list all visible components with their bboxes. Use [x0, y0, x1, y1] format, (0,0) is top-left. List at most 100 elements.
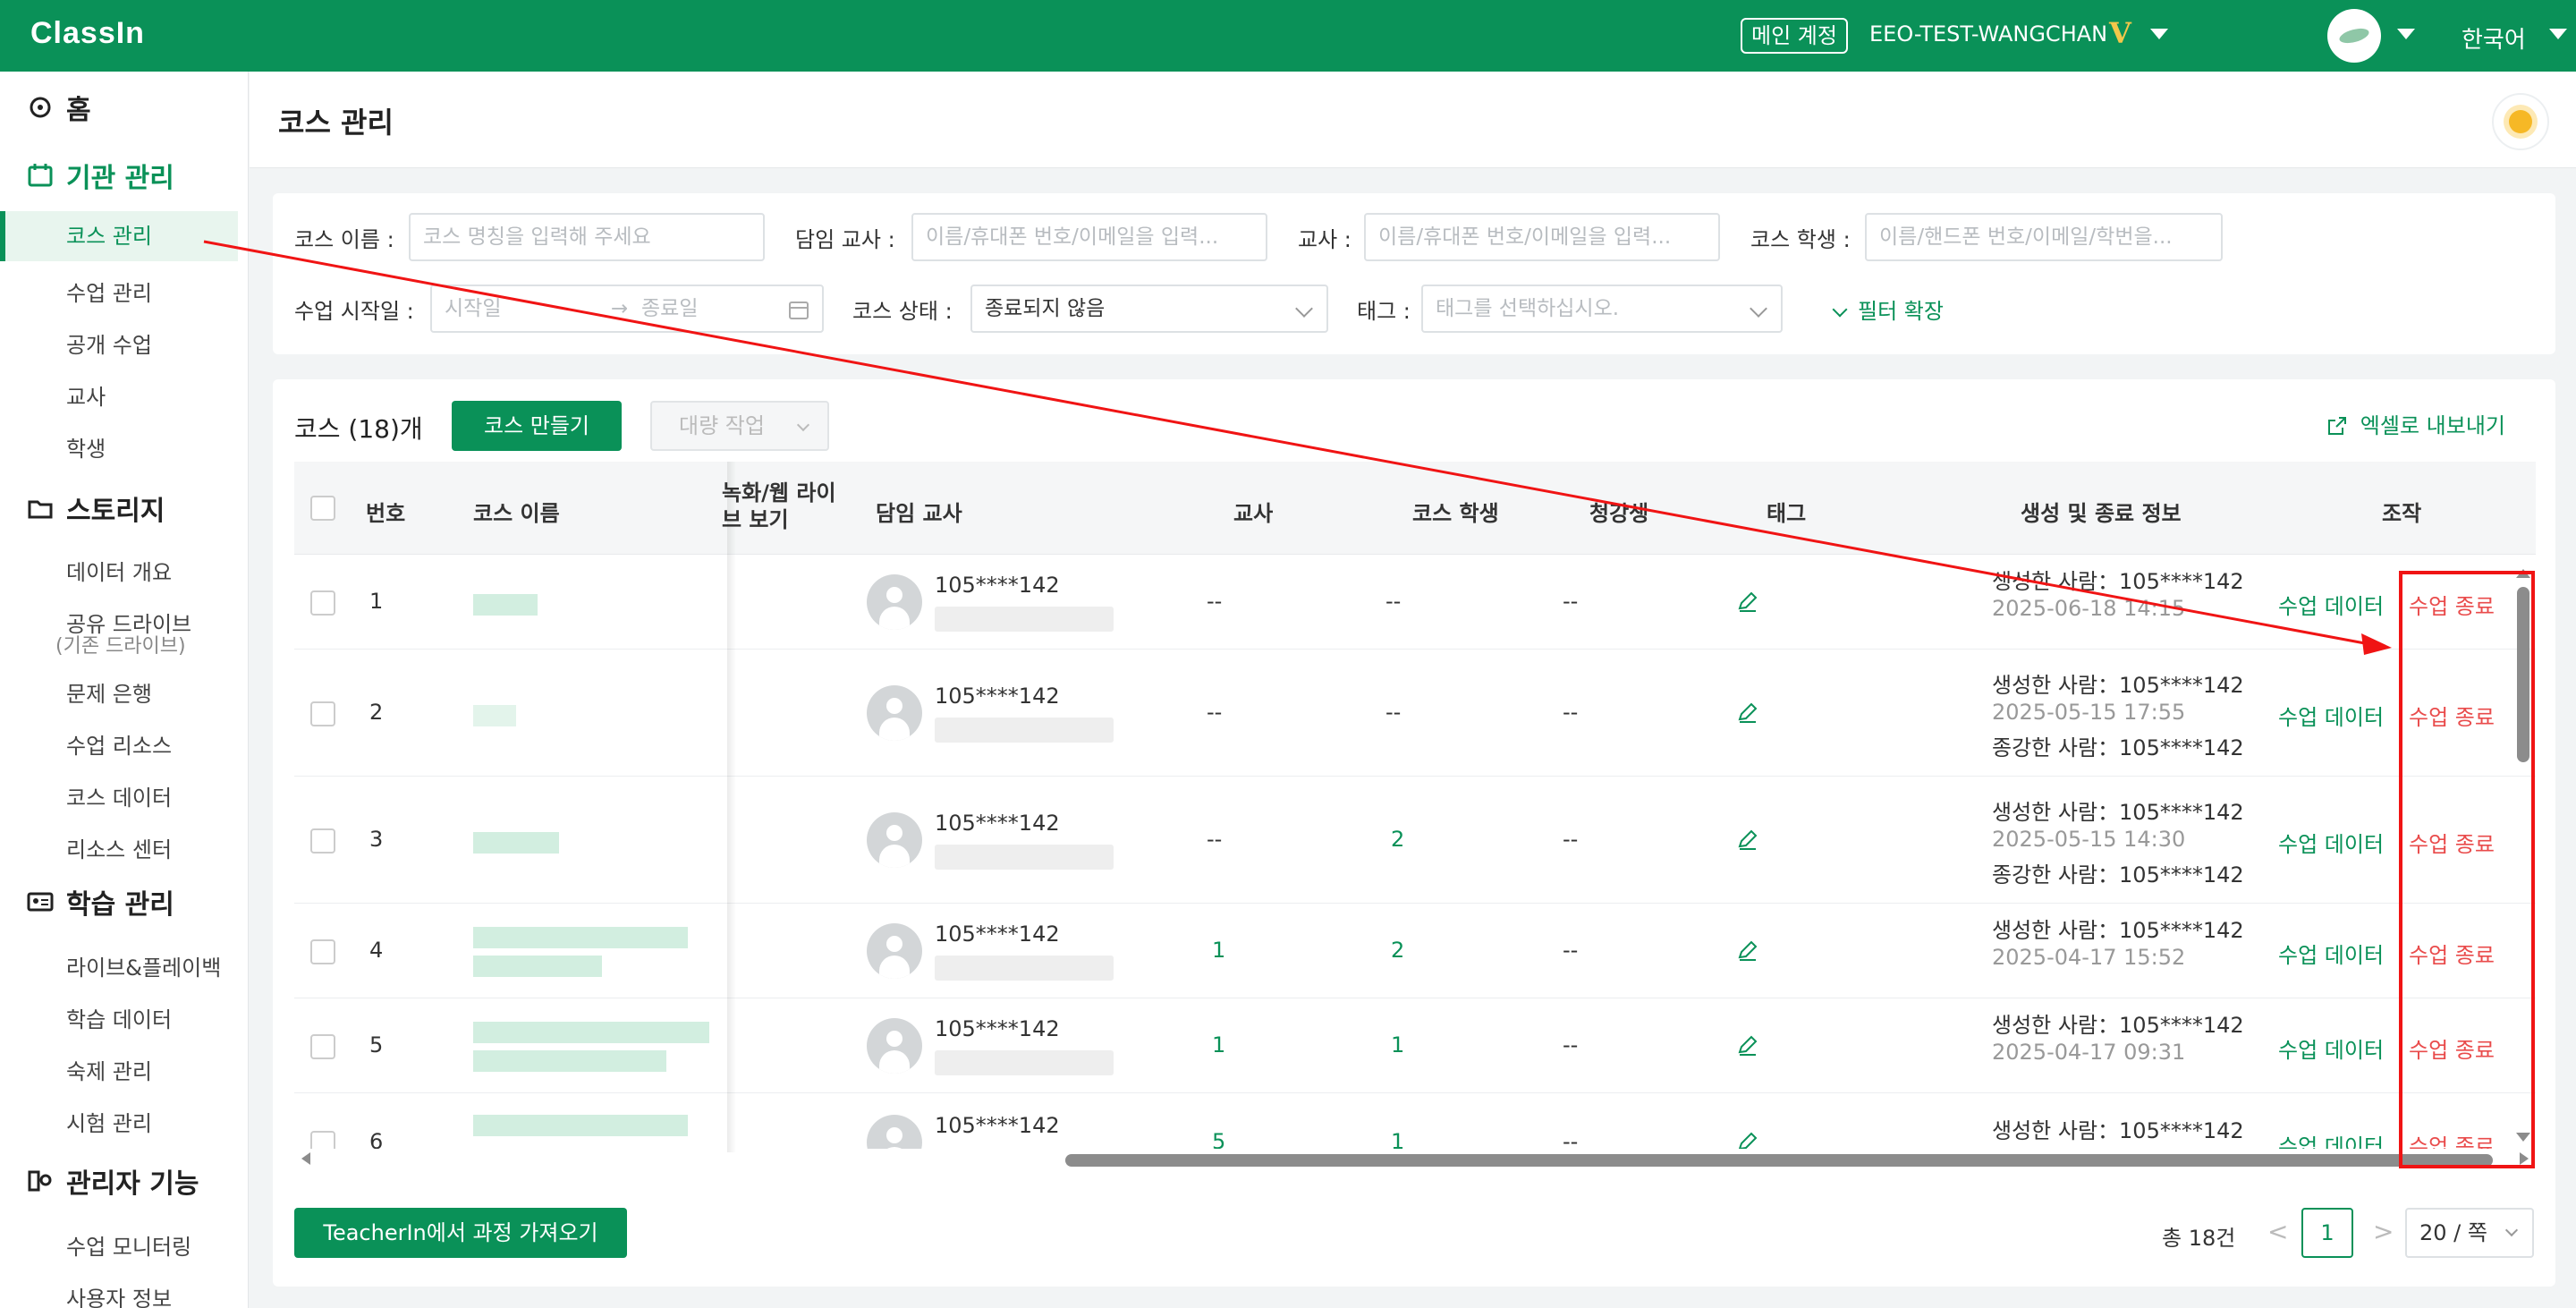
class-data-link[interactable]: 수업 데이터	[2278, 589, 2384, 620]
created-by: 생성한 사람：105****142	[1992, 673, 2244, 698]
sidebar-item-homework[interactable]: 숙제 관리	[66, 1054, 152, 1085]
sidebar-section-org[interactable]: 기관 관리	[25, 156, 174, 195]
end-date-input[interactable]: 종료일	[641, 286, 698, 331]
row-checkbox[interactable]	[310, 1034, 335, 1059]
language-selector[interactable]: 한국어	[2462, 21, 2526, 55]
account-chevron-down-icon[interactable]	[2150, 29, 2168, 39]
row-checkbox[interactable]	[310, 939, 335, 964]
tag-select[interactable]: 태그를 선택하십시오.	[1421, 285, 1783, 333]
sidebar-item-open-class[interactable]: 공개 수업	[66, 327, 152, 359]
classin-logo[interactable]: ClassIn	[30, 16, 145, 51]
sidebar-item-resource-center[interactable]: 리소스 센터	[66, 832, 172, 863]
account-name[interactable]: EEO-TEST-WANGCHAN	[1869, 21, 2107, 47]
course-status-select[interactable]: 종료되지 않음	[970, 285, 1328, 333]
course-name-redacted[interactable]	[473, 705, 516, 726]
row-number: 4	[369, 938, 384, 963]
class-data-link[interactable]: 수업 데이터	[2278, 827, 2384, 858]
export-excel-label: 엑셀로 내보내기	[2360, 413, 2505, 438]
row-checkbox[interactable]	[310, 1131, 335, 1149]
bulk-action-button[interactable]: 대량 작업	[650, 401, 829, 451]
sidebar-section-learning[interactable]: 학습 관리	[25, 882, 174, 922]
col-teacher: 교사	[1233, 501, 1274, 526]
expand-filter-button[interactable]: 필터 확장	[1832, 293, 1944, 325]
date-range-picker[interactable]: 시작일 → 종료일	[430, 285, 824, 333]
select-all-checkbox[interactable]	[310, 496, 335, 521]
course-name-redacted[interactable]	[473, 927, 688, 948]
avatar	[867, 812, 922, 868]
student-count[interactable]: 2	[1391, 938, 1404, 963]
sidebar-item-exams[interactable]: 시험 관리	[66, 1106, 152, 1137]
prev-page-button[interactable]: <	[2267, 1217, 2288, 1246]
sidebar-item-class-resources[interactable]: 수업 리소스	[66, 728, 172, 760]
edit-tag-icon[interactable]	[1736, 1131, 1759, 1149]
main-account-badge[interactable]: 메인 계정	[1741, 18, 1848, 54]
row-checkbox[interactable]	[310, 590, 335, 616]
row-checkbox[interactable]	[310, 828, 335, 854]
sidebar-section-storage-label: 스토리지	[66, 496, 165, 527]
sidebar-item-teachers[interactable]: 교사	[66, 379, 106, 411]
page-header: 코스 관리	[250, 72, 2576, 168]
lightbulb-icon[interactable]	[2492, 93, 2549, 150]
sidebar-item-live-playback[interactable]: 라이브&플레이백	[66, 950, 221, 981]
course-name-redacted[interactable]	[473, 1022, 709, 1043]
user-avatar[interactable]	[2327, 9, 2381, 63]
student-count[interactable]: 1	[1391, 1032, 1404, 1057]
edit-tag-icon[interactable]	[1736, 1034, 1759, 1057]
course-student-input[interactable]: 이름/핸드폰 번호/이메일/학번을...	[1865, 213, 2223, 261]
admin-icon	[25, 1166, 55, 1196]
edit-tag-icon[interactable]	[1736, 590, 1759, 614]
horizontal-scroll-thumb[interactable]	[1065, 1154, 2493, 1167]
course-name-redacted[interactable]	[473, 594, 538, 616]
avatar	[867, 1018, 922, 1074]
sidebar-item-user-info[interactable]: 사용자 정보	[66, 1281, 172, 1308]
course-name-input[interactable]: 코스 명칭을 입력해 주세요	[409, 213, 765, 261]
start-date-input[interactable]: 시작일	[445, 297, 501, 320]
created-at: 2025-05-15 17:55	[1992, 700, 2186, 725]
course-name-redacted[interactable]	[473, 1050, 666, 1072]
class-data-link[interactable]: 수업 데이터	[2278, 1129, 2384, 1149]
teacher-input[interactable]: 이름/휴대폰 번호/이메일을 입력...	[1364, 213, 1720, 261]
course-name-label: 코스 이름 :	[294, 227, 394, 252]
sidebar-item-course-data[interactable]: 코스 데이터	[66, 780, 172, 811]
sidebar-section-admin[interactable]: 관리자 기능	[25, 1161, 199, 1201]
scroll-left-arrow-icon[interactable]	[300, 1152, 312, 1165]
sidebar-item-students[interactable]: 학생	[66, 431, 106, 463]
class-data-link[interactable]: 수업 데이터	[2278, 1032, 2384, 1064]
sidebar-item-course-management[interactable]: 코스 관리	[0, 211, 238, 261]
sidebar-item-data-overview[interactable]: 데이터 개요	[66, 555, 172, 586]
course-status-label: 코스 상태 :	[852, 299, 953, 324]
col-course-name[interactable]: 코스 이름	[473, 496, 560, 527]
edit-tag-icon[interactable]	[1736, 939, 1759, 963]
course-name-redacted[interactable]	[473, 1115, 688, 1136]
class-data-link[interactable]: 수업 데이터	[2278, 700, 2384, 731]
teacher-count[interactable]: 1	[1212, 1032, 1225, 1057]
student-count[interactable]: 2	[1391, 827, 1404, 852]
sidebar-item-question-bank[interactable]: 문제 은행	[66, 676, 152, 708]
avatar	[867, 685, 922, 741]
class-data-link[interactable]: 수업 데이터	[2278, 938, 2384, 969]
course-name-redacted[interactable]	[473, 956, 602, 977]
language-chevron-down-icon[interactable]	[2549, 29, 2567, 39]
page-size-select[interactable]: 20 / 쪽	[2405, 1208, 2534, 1258]
row-checkbox[interactable]	[310, 701, 335, 726]
start-date-label: 수업 시작일 :	[294, 299, 414, 324]
sidebar-item-class-management[interactable]: 수업 관리	[66, 276, 152, 307]
teacher-count[interactable]: 5	[1212, 1129, 1225, 1149]
import-from-teacherin-button[interactable]: TeacherIn에서 과정 가져오기	[294, 1208, 627, 1258]
edit-tag-icon[interactable]	[1736, 701, 1759, 725]
edit-tag-icon[interactable]	[1736, 828, 1759, 852]
sidebar-home[interactable]: 홈	[25, 88, 91, 127]
create-course-button[interactable]: 코스 만들기	[452, 401, 622, 451]
sidebar-section-storage[interactable]: 스토리지	[25, 488, 165, 528]
sidebar-item-class-monitoring[interactable]: 수업 모니터링	[66, 1229, 191, 1261]
teacher-count[interactable]: 1	[1212, 938, 1225, 963]
student-count[interactable]: 1	[1391, 1129, 1404, 1149]
course-name-redacted[interactable]	[473, 832, 559, 854]
sidebar-item-learning-data[interactable]: 학습 데이터	[66, 1002, 172, 1033]
horizontal-scrollbar[interactable]	[294, 1149, 2536, 1168]
avatar-chevron-down-icon[interactable]	[2397, 29, 2415, 39]
page-number-current[interactable]: 1	[2301, 1208, 2353, 1258]
head-teacher-input[interactable]: 이름/휴대폰 번호/이메일을 입력...	[911, 213, 1267, 261]
export-excel-button[interactable]: 엑셀로 내보내기	[2326, 408, 2505, 439]
next-page-button[interactable]: >	[2373, 1217, 2394, 1246]
